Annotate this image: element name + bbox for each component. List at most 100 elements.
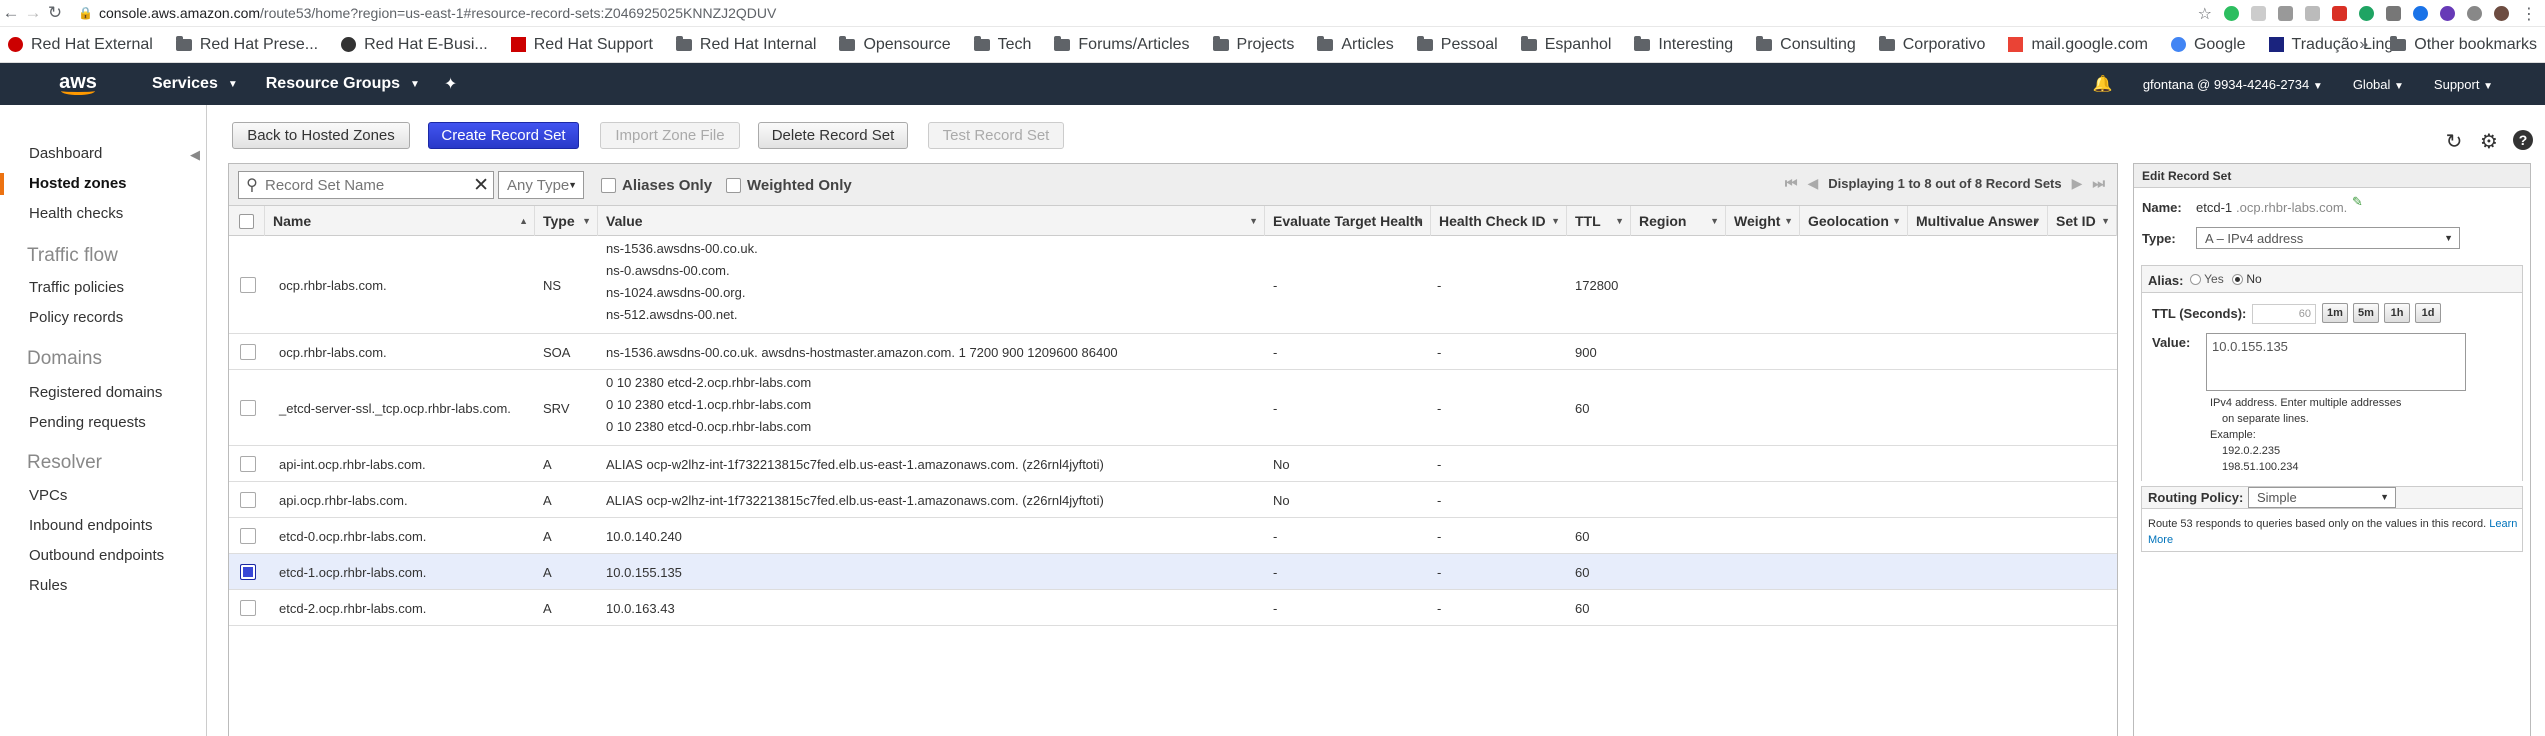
column-header[interactable]: Evaluate Target Health ▼ bbox=[1265, 206, 1431, 236]
chevron-down-icon[interactable]: ▼ bbox=[1551, 216, 1560, 226]
sidebar-item-policy-records[interactable]: Policy records bbox=[29, 309, 123, 326]
row-checkbox[interactable] bbox=[240, 344, 256, 360]
bookmark-item[interactable]: Pessoal bbox=[1416, 35, 1498, 54]
table-row[interactable]: etcd-0.ocp.rhbr-labs.com. A - - 60 10.0.140.2… bbox=[229, 518, 2117, 554]
more-bookmarks-icon[interactable]: » bbox=[2359, 36, 2368, 54]
column-header[interactable]: Weight ▼ bbox=[1726, 206, 1800, 236]
profile-avatar-icon[interactable] bbox=[2494, 6, 2509, 21]
account-menu[interactable]: gfontana @ 9934-4246-2734 ▼ bbox=[2143, 77, 2323, 92]
other-bookmarks[interactable]: Other bookmarks bbox=[2390, 36, 2537, 54]
ttl-1h-button[interactable]: 1h bbox=[2384, 303, 2410, 323]
gear-icon[interactable]: ⚙ bbox=[2478, 130, 2500, 153]
sort-ascending-icon[interactable]: ▲ bbox=[519, 216, 528, 226]
row-checkbox[interactable] bbox=[240, 564, 256, 580]
column-header[interactable]: Geolocation ▼ bbox=[1800, 206, 1908, 236]
test-record-set-button[interactable]: Test Record Set bbox=[928, 122, 1064, 149]
table-row[interactable]: etcd-1.ocp.rhbr-labs.com. A - - 60 10.0.155.1… bbox=[229, 554, 2117, 590]
column-header[interactable]: Region ▼ bbox=[1631, 206, 1726, 236]
bookmark-item[interactable]: Corporativo bbox=[1878, 35, 1985, 54]
grid-extension-icon[interactable] bbox=[2386, 6, 2401, 21]
sidebar-item-pending-requests[interactable]: Pending requests bbox=[29, 414, 146, 431]
table-row[interactable]: etcd-2.ocp.rhbr-labs.com. A - - 60 10.0.163.4… bbox=[229, 590, 2117, 626]
record-type-dropdown[interactable]: A – IPv4 address ▼ bbox=[2196, 227, 2460, 249]
pin-icon[interactable]: ✦ bbox=[444, 74, 457, 94]
extension-icon[interactable] bbox=[2251, 6, 2266, 21]
extension-icon[interactable] bbox=[2467, 6, 2482, 21]
row-checkbox[interactable] bbox=[240, 400, 256, 416]
green-extension-icon[interactable] bbox=[2359, 6, 2374, 21]
select-all-checkbox[interactable] bbox=[239, 213, 254, 229]
bookmark-item[interactable]: Forums/Articles bbox=[1054, 35, 1190, 54]
evernote-extension-icon[interactable] bbox=[2224, 6, 2239, 21]
ttl-1m-button[interactable]: 1m bbox=[2322, 303, 2348, 323]
column-header[interactable]: Type ▼ bbox=[535, 206, 598, 236]
prev-page-icon[interactable]: ◀ bbox=[1808, 175, 1819, 192]
bookmark-item[interactable]: Articles bbox=[1317, 35, 1394, 54]
row-checkbox[interactable] bbox=[240, 600, 256, 616]
aws-logo[interactable]: aws bbox=[56, 72, 100, 95]
refresh-icon[interactable]: ↻ bbox=[2443, 130, 2465, 153]
delete-record-set-button[interactable]: Delete Record Set bbox=[758, 122, 908, 149]
sidebar-item-traffic-policies[interactable]: Traffic policies bbox=[29, 279, 124, 296]
sidebar-item-hosted-zones[interactable]: Hosted zones bbox=[0, 173, 127, 195]
chevron-down-icon[interactable]: ▼ bbox=[1249, 216, 1258, 226]
alias-no-radio[interactable] bbox=[2232, 274, 2243, 286]
blue-extension-icon[interactable] bbox=[2413, 6, 2428, 21]
record-set-name-input[interactable] bbox=[265, 176, 465, 194]
create-record-set-button[interactable]: Create Record Set bbox=[428, 122, 579, 149]
bookmark-item[interactable]: Projects bbox=[1212, 35, 1294, 54]
alias-no-option[interactable]: No bbox=[2232, 272, 2262, 286]
menu-kebab-icon[interactable]: ⋮ bbox=[2521, 4, 2537, 24]
sidebar-item-rules[interactable]: Rules bbox=[29, 577, 67, 594]
last-page-icon[interactable]: ⏭ bbox=[2092, 175, 2105, 192]
services-menu[interactable]: Services ▼ bbox=[152, 75, 238, 93]
bookmark-item[interactable]: Red Hat E-Busi... bbox=[341, 36, 488, 54]
bookmark-item[interactable]: Google bbox=[2170, 36, 2246, 54]
row-checkbox[interactable] bbox=[240, 456, 256, 472]
back-arrow-icon[interactable]: ← bbox=[0, 0, 22, 27]
purple-extension-icon[interactable] bbox=[2440, 6, 2455, 21]
sidebar-item-registered-domains[interactable]: Registered domains bbox=[29, 384, 162, 401]
bell-icon[interactable]: 🔔 bbox=[2093, 74, 2113, 94]
sidebar-item-outbound-endpoints[interactable]: Outbound endpoints bbox=[29, 547, 164, 564]
table-row[interactable]: _etcd-server-ssl._tcp.ocp.rhbr-labs.com.… bbox=[229, 370, 2117, 446]
ttl-5m-button[interactable]: 5m bbox=[2353, 303, 2379, 323]
value-textarea[interactable]: 10.0.155.135 bbox=[2206, 333, 2466, 391]
address-field[interactable]: console.aws.amazon.com/route53/home?regi… bbox=[99, 5, 776, 21]
column-header[interactable]: TTL ▼ bbox=[1567, 206, 1631, 236]
bookmark-item[interactable]: Tech bbox=[973, 35, 1031, 54]
record-type-select[interactable]: Any Type ▼ bbox=[498, 171, 584, 199]
row-checkbox[interactable] bbox=[240, 528, 256, 544]
chevron-down-icon[interactable]: ▼ bbox=[1415, 216, 1424, 226]
chevron-down-icon[interactable]: ▼ bbox=[2032, 216, 2041, 226]
alias-yes-option[interactable]: Yes bbox=[2190, 272, 2224, 286]
row-checkbox[interactable] bbox=[240, 492, 256, 508]
import-zone-file-button[interactable]: Import Zone File bbox=[600, 122, 740, 149]
chevron-down-icon[interactable]: ▼ bbox=[582, 216, 591, 226]
bookmark-item[interactable]: Red Hat Prese... bbox=[175, 35, 318, 54]
column-header[interactable]: Health Check ID ▼ bbox=[1431, 206, 1567, 236]
ttl-input[interactable]: 60 bbox=[2252, 304, 2316, 324]
weighted-only-toggle[interactable]: Weighted Only bbox=[726, 177, 852, 194]
aliases-only-checkbox[interactable] bbox=[601, 178, 616, 193]
chevron-down-icon[interactable]: ▼ bbox=[1784, 216, 1793, 226]
sidebar-item-dashboard[interactable]: Dashboard bbox=[29, 145, 102, 162]
bookmark-item[interactable]: Red Hat External bbox=[8, 36, 153, 54]
sidebar-item-inbound-endpoints[interactable]: Inbound endpoints bbox=[29, 517, 152, 534]
aliases-only-toggle[interactable]: Aliases Only bbox=[601, 177, 712, 194]
column-header[interactable]: Value ▼ bbox=[598, 206, 1265, 236]
support-menu[interactable]: Support ▼ bbox=[2434, 77, 2493, 92]
chevron-down-icon[interactable]: ▼ bbox=[2101, 216, 2110, 226]
alias-yes-radio[interactable] bbox=[2190, 274, 2201, 286]
table-row[interactable]: ocp.rhbr-labs.com. SOA - - 900 ns-1536.awsdns… bbox=[229, 334, 2117, 370]
bookmark-item[interactable]: Consulting bbox=[1756, 35, 1856, 54]
column-header[interactable]: Set ID ▼ bbox=[2048, 206, 2117, 236]
help-icon[interactable]: ? bbox=[2513, 130, 2533, 150]
column-header[interactable]: Name ▲ bbox=[265, 206, 535, 236]
bookmark-item[interactable]: Opensource bbox=[839, 35, 951, 54]
column-header[interactable]: Multivalue Answer ▼ bbox=[1908, 206, 2048, 236]
collapse-sidebar-icon[interactable]: ◀ bbox=[190, 147, 200, 163]
bookmark-item[interactable]: Red Hat Support bbox=[510, 36, 653, 54]
clear-search-icon[interactable]: ✕ bbox=[473, 174, 489, 197]
bookmark-item[interactable]: Espanhol bbox=[1520, 35, 1611, 54]
